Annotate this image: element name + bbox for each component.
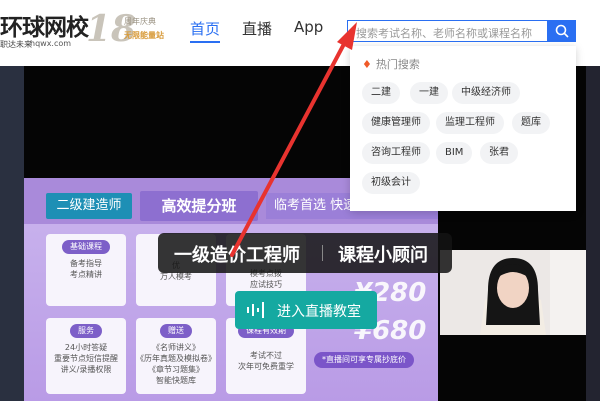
nav-app[interactable]: App [294, 18, 323, 36]
hot-tag[interactable]: 初级会计 [362, 172, 420, 194]
hot-tag[interactable]: 监理工程师 [436, 112, 504, 134]
logo-url: hqwx.com [30, 39, 72, 48]
banner-subtitle: 课程小顾问 [338, 245, 428, 266]
banner-divider [322, 245, 323, 261]
nav-home[interactable]: 首页 [190, 18, 220, 39]
price-note: *直播间可享专属抄底价 [314, 352, 414, 368]
presenter-camera-feed [440, 250, 586, 335]
hot-tag[interactable]: 一建 [410, 82, 448, 104]
enter-live-classroom-label: 进入直播教室 [277, 304, 361, 320]
left-background-strip [0, 66, 24, 401]
subtitle-banner: 一级造价工程师 课程小顾问 [158, 233, 452, 273]
audio-wave-icon [247, 302, 264, 318]
card-text: 24小时答疑 重要节点短信提醒 讲义/录播权限 [54, 343, 118, 374]
search-button[interactable] [548, 20, 576, 42]
anniversary-line2: 无限能量站 [124, 31, 164, 40]
card-text: 《名师讲义》 《历年真题及模拟卷》 《章节习题集》 智能快题库 [136, 343, 216, 385]
logo-text: 环球网校 [0, 15, 89, 41]
card-badge: 基础课程 [62, 240, 110, 254]
banner-course-name: 一级造价工程师 [174, 245, 300, 266]
hot-tag[interactable]: 咨询工程师 [362, 142, 430, 164]
presenter-figure [440, 250, 586, 335]
hot-tag[interactable]: BIM [436, 142, 473, 164]
right-background-strip [586, 66, 600, 401]
card-badge: 赠送 [160, 324, 192, 338]
hot-search-dropdown: ♦ 热门搜索 二建 一建 中级经济师 健康管理师 监理工程师 题库 咨询工程师 B… [350, 46, 576, 211]
hot-search-title: ♦ 热门搜索 [362, 58, 420, 71]
hot-tag[interactable]: 题库 [512, 112, 550, 134]
hot-tag[interactable]: 二建 [362, 82, 400, 104]
hot-tag[interactable]: 健康管理师 [362, 112, 430, 134]
slide-pill-title: 高效提分班 [140, 191, 258, 221]
anniversary-badge[interactable]: 18 周年庆典 无限能量站 [86, 8, 170, 50]
course-card: 课程有效期 考试不过 次年可免费重学 [226, 318, 306, 394]
anniversary-number: 18 [86, 8, 137, 50]
anniversary-line1: 周年庆典 [124, 17, 156, 26]
course-card: 基础课程 备考指导 考点精讲 [46, 234, 126, 306]
course-slide: 二级建造师 高效提分班 临考首选 快速提分 基础课程 备考指导 考点精讲 优 万… [24, 178, 438, 401]
slide-pill-course: 二级建造师 [46, 193, 132, 219]
logo-slogan: 职达未来 [0, 40, 32, 49]
course-card: 赠送 《名师讲义》 《历年真题及模拟卷》 《章节习题集》 智能快题库 [136, 318, 216, 394]
search-input[interactable]: 搜索考试名称、老师名称或课程名称 [347, 20, 548, 42]
hot-tag[interactable]: 中级经济师 [452, 82, 520, 104]
card-badge: 服务 [70, 324, 102, 338]
site-logo[interactable]: 环球网校 职达未来 hqwx.com [0, 6, 89, 52]
enter-live-classroom-button[interactable]: 进入直播教室 [235, 291, 377, 329]
nav-active-indicator [190, 41, 220, 43]
flame-icon: ♦ [362, 58, 372, 71]
card-text: 备考指导 考点精讲 [70, 259, 102, 279]
hot-tag[interactable]: 张君 [480, 142, 518, 164]
nav-live[interactable]: 直播 [242, 18, 272, 39]
search-icon [555, 24, 569, 38]
course-card: 服务 24小时答疑 重要节点短信提醒 讲义/录播权限 [46, 318, 126, 394]
card-text: 考试不过 次年可免费重学 [238, 351, 294, 371]
